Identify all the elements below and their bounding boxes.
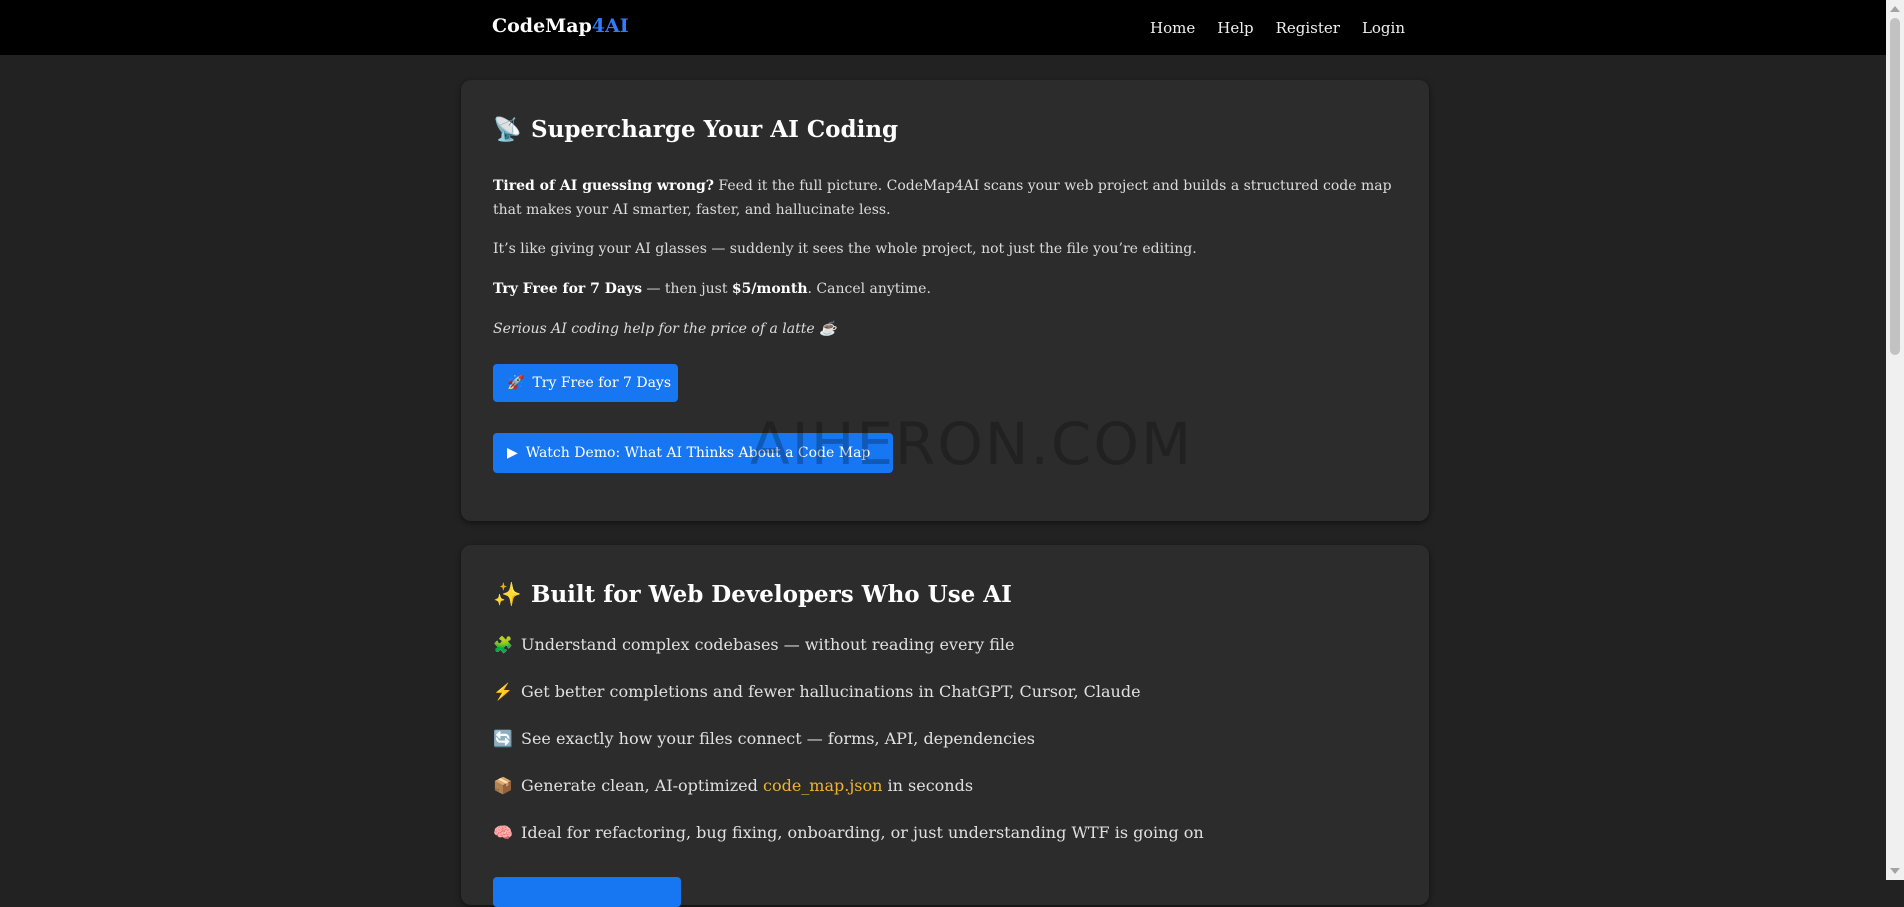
try-free-label: Try Free for 7 Days <box>532 375 672 391</box>
top-navbar: CodeMap4AI Home Help Register Login <box>0 0 1886 55</box>
trial-bold: Try Free for 7 Days <box>493 281 642 297</box>
feature-text: Ideal for refactoring, bug fixing, onboa… <box>521 823 1204 842</box>
nav-help-link[interactable]: Help <box>1217 19 1253 37</box>
nav-home-link[interactable]: Home <box>1150 19 1195 37</box>
feature-text-before: Generate clean, AI-optimized <box>521 776 763 795</box>
watermark: AIHERON.COM <box>750 410 1194 478</box>
feature-item: ⚡ Get better completions and fewer halluc… <box>493 680 1204 727</box>
hero-title: 📡 Supercharge Your AI Coding <box>493 116 898 143</box>
sparkles-icon: ✨ <box>493 581 522 608</box>
rocket-icon: 🚀 <box>507 375 525 391</box>
nav-register-link[interactable]: Register <box>1276 19 1340 37</box>
hero-title-text: Supercharge Your AI Coding <box>531 116 899 143</box>
feature-text: Understand complex codebases — without r… <box>521 635 1015 654</box>
hero-intro: Tired of AI guessing wrong? Feed it the … <box>493 174 1398 222</box>
brain-icon: 🧠 <box>493 823 513 842</box>
code-filename: code_map.json <box>762 776 883 795</box>
features-cta-button[interactable] <box>493 877 681 907</box>
brand-accent: 4AI <box>591 15 629 37</box>
try-free-button[interactable]: 🚀 Try Free for 7 Days <box>493 364 678 402</box>
feature-text: Get better completions and fewer halluci… <box>521 682 1141 701</box>
package-icon: 📦 <box>493 776 513 795</box>
hero-pricing: Try Free for 7 Days — then just $5/month… <box>493 277 1398 301</box>
feature-item: 🧩 Understand complex codebases — without … <box>493 633 1204 680</box>
feature-text-after: in seconds <box>882 776 974 795</box>
vertical-scrollbar[interactable] <box>1886 0 1904 880</box>
hero-glasses-text: It’s like giving your AI glasses — sudde… <box>493 241 1197 257</box>
lightning-icon: ⚡ <box>493 682 513 701</box>
features-title: ✨ Built for Web Developers Who Use AI <box>493 581 1012 608</box>
feature-item: 🧠 Ideal for refactoring, bug fixing, onbo… <box>493 821 1204 868</box>
hero-latte-text: Serious AI coding help for the price of … <box>493 321 837 337</box>
scroll-up-arrow-icon[interactable] <box>1890 6 1900 12</box>
brand-main: CodeMap <box>492 15 592 37</box>
brand-logo[interactable]: CodeMap4AI <box>492 15 629 37</box>
satellite-dish-icon: 📡 <box>493 116 522 143</box>
play-icon: ▶ <box>507 445 518 461</box>
price-bold: $5/month <box>731 281 808 297</box>
feature-item: 📦 Generate clean, AI-optimized code_map.j… <box>493 774 1204 821</box>
scrollbar-thumb[interactable] <box>1890 18 1900 355</box>
trial-mid: — then just <box>642 281 732 297</box>
trial-end: . Cancel anytime. <box>807 281 931 297</box>
nav-login-link[interactable]: Login <box>1362 19 1405 37</box>
puzzle-icon: 🧩 <box>493 635 513 654</box>
scroll-down-arrow-icon[interactable] <box>1890 868 1900 874</box>
hero-intro-bold: Tired of AI guessing wrong? <box>493 178 714 194</box>
features-title-text: Built for Web Developers Who Use AI <box>531 581 1012 608</box>
feature-text: See exactly how your files connect — for… <box>521 729 1035 748</box>
features-card: ✨ Built for Web Developers Who Use AI 🧩 Un… <box>461 545 1429 907</box>
features-list: 🧩 Understand complex codebases — without … <box>493 633 1204 868</box>
refresh-icon: 🔄 <box>493 729 513 748</box>
feature-item: 🔄 See exactly how your files connect — fo… <box>493 727 1204 774</box>
nav-links: Home Help Register Login <box>1150 19 1405 37</box>
